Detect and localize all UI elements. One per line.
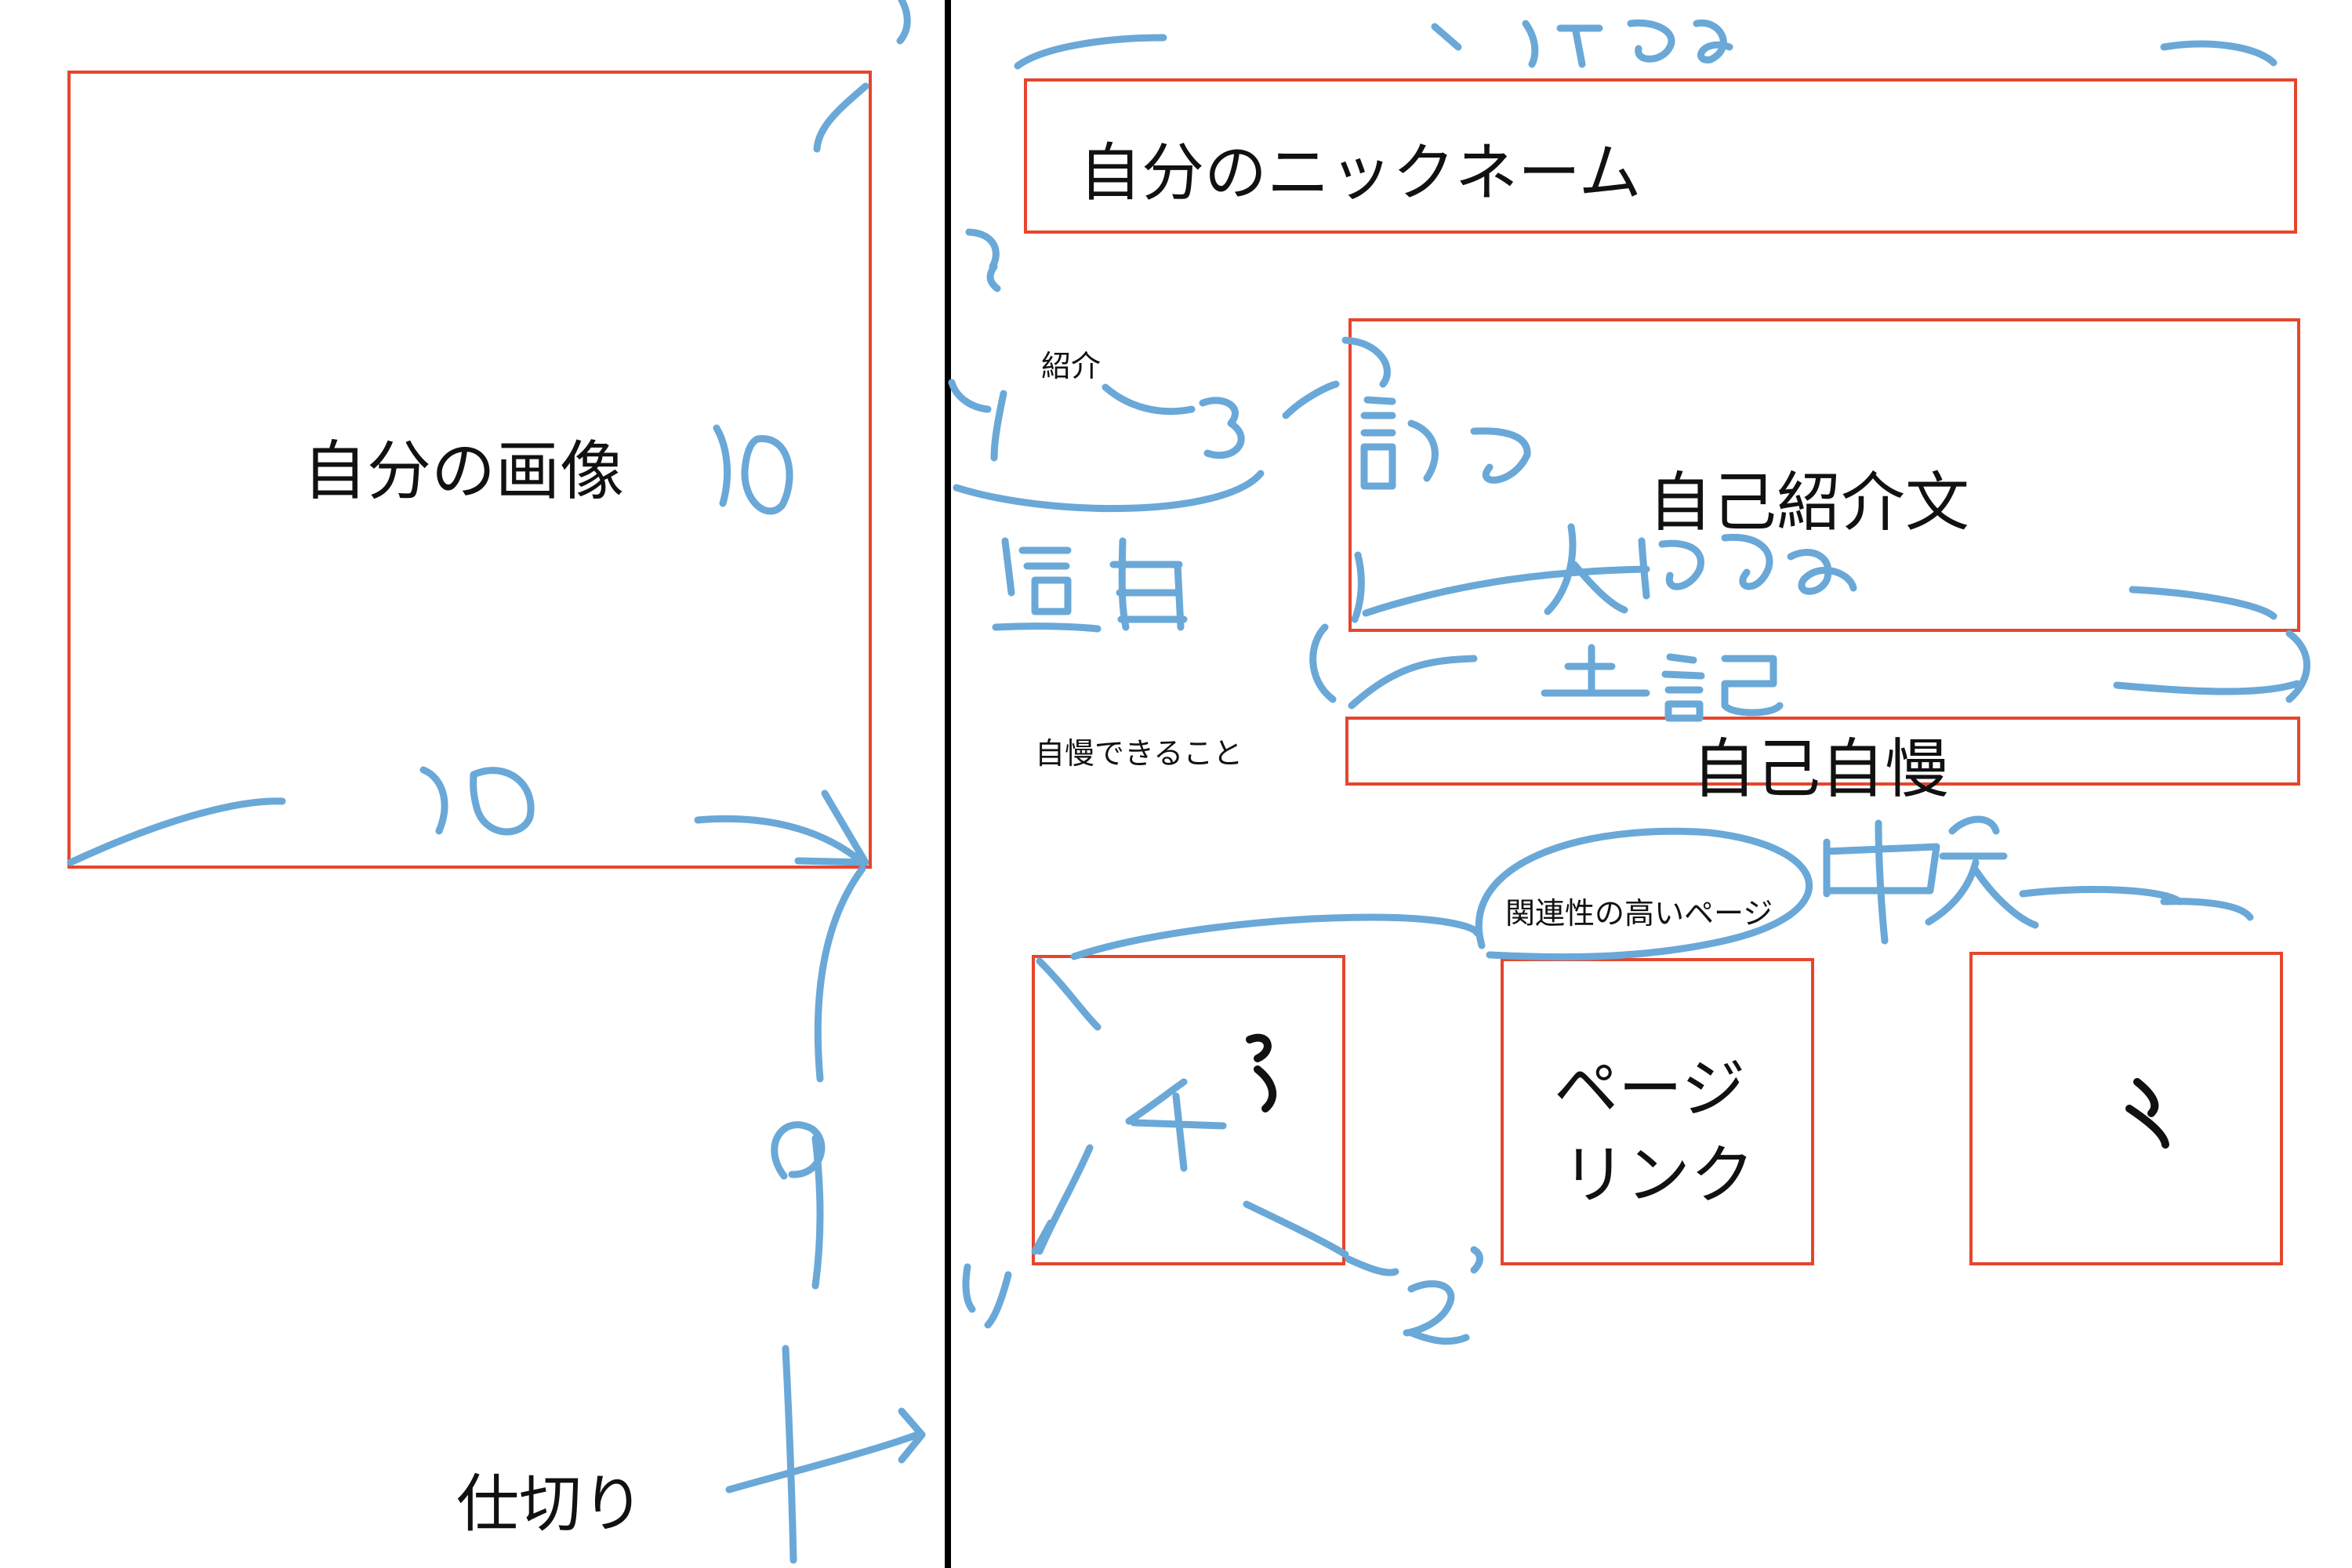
related-link-box-1 — [1032, 955, 1345, 1265]
profile-image-label: 自分の画像 — [303, 434, 625, 509]
page-link-line1: ページ — [1554, 1052, 1746, 1127]
intro-heading: 紹介 — [1041, 349, 1102, 383]
related-link-box-2: ページ リンク — [1501, 958, 1814, 1265]
annotation-nickname-width — [1431, 19, 1733, 68]
profile-image-box: 自分の画像 — [67, 71, 872, 869]
nickname-label: 自分のニックネーム — [1079, 136, 1642, 209]
pride-box: 自己自慢 — [1345, 717, 2300, 807]
annotation-intro-ratio-1 — [990, 390, 1007, 462]
pride-box-label: 自己自慢 — [1692, 732, 1950, 807]
pride-heading: 自慢できること — [1035, 736, 1243, 771]
annotation-links-ratio-left — [962, 1263, 1012, 1329]
annotation-intro-width — [992, 537, 1188, 633]
annotation-center — [1823, 815, 2039, 945]
annotation-links-ratio-right — [1403, 1280, 1470, 1345]
intro-text-box: 自己紹介文 — [1348, 318, 2300, 632]
related-link-box-3 — [1969, 952, 2283, 1265]
divider-label: 仕切り — [456, 1468, 644, 1541]
annotation-same-as-above — [1541, 644, 1784, 722]
nickname-box: 自分のニックネーム — [1024, 78, 2297, 234]
page-link-line2: リンク — [1562, 1138, 1755, 1213]
divider-line — [945, 0, 951, 1568]
intro-text-label: 自己紹介文 — [1648, 466, 1970, 540]
annotation-left-lower-9 — [771, 1121, 826, 1290]
annotation-intro-ratio-3 — [1199, 397, 1245, 459]
related-pages-heading: 関連性の高いページ — [1505, 896, 1773, 931]
